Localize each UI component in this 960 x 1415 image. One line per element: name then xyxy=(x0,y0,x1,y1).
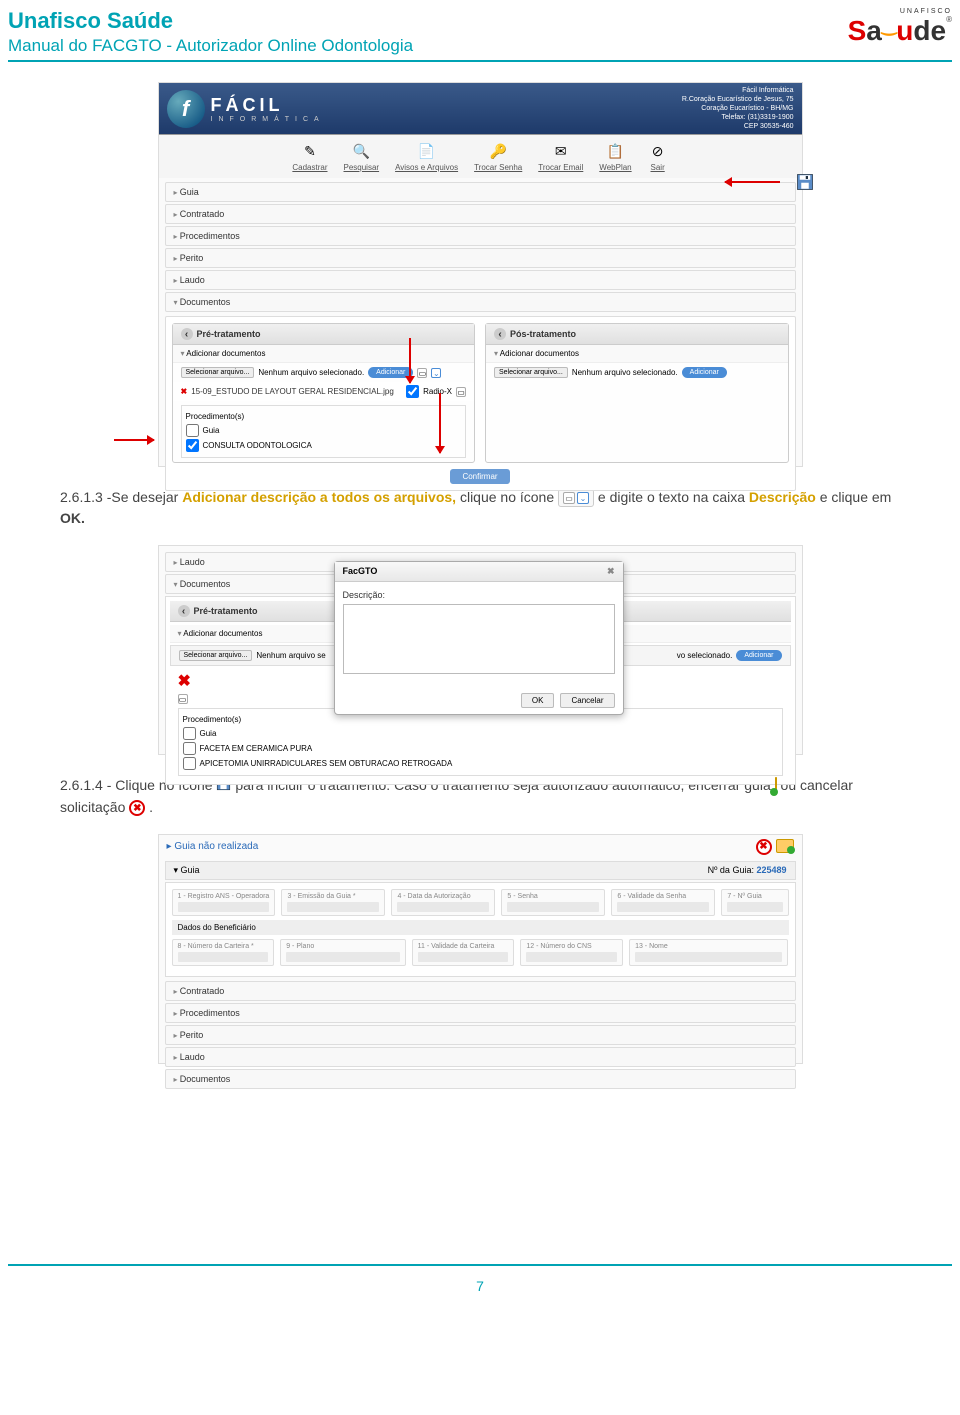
facil-logo-icon: f xyxy=(167,90,205,128)
consulta-checkbox[interactable] xyxy=(186,439,199,452)
file-name-label: 15-09_ESTUDO DE LAYOUT GERAL RESIDENCIAL… xyxy=(191,387,402,396)
acc-documentos[interactable]: Documentos xyxy=(165,1069,796,1089)
descricao-dialog: FacGTO ✖ Descrição: OK Cancelar xyxy=(334,561,624,715)
search-icon: 🔍 xyxy=(351,141,371,161)
file-row: ✖ 15-09_ESTUDO DE LAYOUT GERAL RESIDENCI… xyxy=(173,382,475,401)
acc-contratado[interactable]: Contratado xyxy=(165,981,796,1001)
toolbar-pesquisar[interactable]: 🔍Pesquisar xyxy=(344,141,380,172)
adicionar-button[interactable]: Adicionar xyxy=(682,367,727,378)
key-icon: 🔑 xyxy=(488,141,508,161)
documents-panel: Pré-tratamento Adicionar documentos Sele… xyxy=(165,316,796,491)
saude-logo: UNAFISCO Sa‿ude® xyxy=(848,8,952,47)
guia-form: 1 - Registro ANS - Operadora 3 - Emissão… xyxy=(165,882,796,977)
dados-beneficiario-header: Dados do Beneficiário xyxy=(172,920,789,935)
guia-checkbox[interactable] xyxy=(186,424,199,437)
inline-cancel-icon: ✖ xyxy=(129,800,145,816)
pre-tratamento-col: Pré-tratamento Adicionar documentos Sele… xyxy=(172,323,476,463)
field-plano: 9 - Plano xyxy=(280,939,405,966)
field-emissao: 3 - Emissão da Guia * xyxy=(281,889,385,916)
field-carteira: 8 - Número da Carteira * xyxy=(172,939,275,966)
toolbar-avisos[interactable]: 📄Avisos e Arquivos xyxy=(395,141,458,172)
inline-folder-icon xyxy=(775,776,777,797)
instruction-2613: 2.6.1.3 -Se desejar Adicionar descrição … xyxy=(60,487,900,529)
field-validade-senha: 6 - Validade da Senha xyxy=(611,889,715,916)
accordion: Guia Contratado Procedimentos Perito Lau… xyxy=(165,182,796,312)
acc-documentos[interactable]: Documentos xyxy=(165,292,796,312)
acc-perito[interactable]: Perito xyxy=(165,248,796,268)
field-n-guia: 7 - Nº Guia xyxy=(721,889,788,916)
guia-number: 225489 xyxy=(756,865,786,875)
pre-tratamento-header[interactable]: Pré-tratamento xyxy=(173,324,475,345)
annotation-arrow-center xyxy=(409,338,411,383)
descricao-label: Descrição: xyxy=(343,590,615,600)
cancel-icon[interactable]: ✖ xyxy=(756,839,772,855)
field-validade-carteira: 11 - Validade da Carteira xyxy=(412,939,515,966)
doc-title: Unafisco Saúde xyxy=(8,8,413,34)
clipboard-icon: 📋 xyxy=(605,141,625,161)
guia-header-row[interactable]: ▾ Guia Nº da Guia: 225489 xyxy=(165,861,796,880)
screenshot-dialog: Laudo Documentos Pré-tratamento Adiciona… xyxy=(158,545,803,755)
select-file-button[interactable]: Selecionar arquivo... xyxy=(494,367,568,378)
doc-subtitle: Manual do FACGTO - Autorizador Online Od… xyxy=(8,36,413,56)
descricao-textarea[interactable] xyxy=(343,604,615,674)
dialog-ok-button[interactable]: OK xyxy=(521,693,555,708)
dialog-title: FacGTO xyxy=(343,566,378,577)
save-icon xyxy=(796,173,814,191)
screenshot-guia: Guia não realizada ✖ ▾ Guia Nº da Guia: … xyxy=(158,834,803,1064)
confirmar-button[interactable]: Confirmar xyxy=(450,469,509,484)
select-file-bg[interactable]: Selecionar arquivo... xyxy=(179,650,253,661)
delete-icon[interactable]: ✖ xyxy=(178,673,191,690)
app-banner: f FÁCIL INFORMÁTICA Fácil Informática R.… xyxy=(159,83,802,135)
mail-icon: ✉ xyxy=(551,141,571,161)
toolbar: ✎Cadastrar 🔍Pesquisar 📄Avisos e Arquivos… xyxy=(159,135,802,178)
procedimentos-label: Procedimento(s) xyxy=(186,410,462,423)
acc-laudo[interactable]: Laudo xyxy=(165,1047,796,1067)
dialog-cancel-button[interactable]: Cancelar xyxy=(560,693,614,708)
add-btn-bg[interactable]: Adicionar xyxy=(736,650,781,661)
pos-tratamento-header[interactable]: Pós-tratamento xyxy=(486,324,788,345)
annotation-arrow-right xyxy=(725,181,780,183)
guia-nao-realizada-label: Guia não realizada xyxy=(167,841,259,852)
download-icon[interactable]: ⌄ xyxy=(431,368,441,378)
field-nome: 13 - Nome xyxy=(629,939,788,966)
file-icon: 📄 xyxy=(417,141,437,161)
dialog-close-icon[interactable]: ✖ xyxy=(607,566,615,577)
toolbar-senha[interactable]: 🔑Trocar Senha xyxy=(474,141,522,172)
folder-icon[interactable] xyxy=(776,839,794,853)
annotation-arrow-left xyxy=(114,439,154,441)
acc-perito[interactable]: Perito xyxy=(165,1025,796,1045)
toolbar-sair[interactable]: ⊘Sair xyxy=(648,141,668,172)
no-file-label: Nenhum arquivo selecionado. xyxy=(572,368,678,377)
toolbar-cadastrar[interactable]: ✎Cadastrar xyxy=(292,141,327,172)
doc-icon[interactable]: ▭ xyxy=(417,368,427,378)
acc-procedimentos[interactable]: Procedimentos xyxy=(165,226,796,246)
power-icon: ⊘ xyxy=(648,141,668,161)
field-senha: 5 - Senha xyxy=(501,889,605,916)
select-file-button[interactable]: Selecionar arquivo... xyxy=(181,367,255,378)
pos-tratamento-col: Pós-tratamento Adicionar documentos Sele… xyxy=(485,323,789,463)
field-cns: 12 - Número do CNS xyxy=(520,939,623,966)
adicionar-docs-header[interactable]: Adicionar documentos xyxy=(486,345,788,363)
delete-file-icon[interactable]: ✖ xyxy=(181,387,188,396)
toolbar-email[interactable]: ✉Trocar Email xyxy=(538,141,583,172)
doc-icon[interactable]: ▭ xyxy=(456,387,466,397)
acc-laudo[interactable]: Laudo xyxy=(165,270,796,290)
annotation-arrow-dup xyxy=(439,393,441,453)
page-header: Unafisco Saúde Manual do FACGTO - Autori… xyxy=(0,0,960,62)
field-data-aut: 4 - Data da Autorização xyxy=(391,889,495,916)
no-file-label: Nenhum arquivo selecionado. xyxy=(258,368,364,377)
page-number: 7 xyxy=(0,1266,960,1306)
acc-contratado[interactable]: Contratado xyxy=(165,204,796,224)
edit-icon: ✎ xyxy=(300,141,320,161)
inline-doc-down-icon: ▭⌄ xyxy=(558,489,594,507)
screenshot-main: f FÁCIL INFORMÁTICA Fácil Informática R.… xyxy=(158,82,803,467)
acc-procedimentos[interactable]: Procedimentos xyxy=(165,1003,796,1023)
acc-guia[interactable]: Guia xyxy=(165,182,796,202)
toolbar-webplan[interactable]: 📋WebPlan xyxy=(599,141,631,172)
adicionar-docs-header[interactable]: Adicionar documentos xyxy=(173,345,475,363)
field-registro-ans: 1 - Registro ANS - Operadora xyxy=(172,889,276,916)
floating-save-icon[interactable] xyxy=(796,173,814,196)
